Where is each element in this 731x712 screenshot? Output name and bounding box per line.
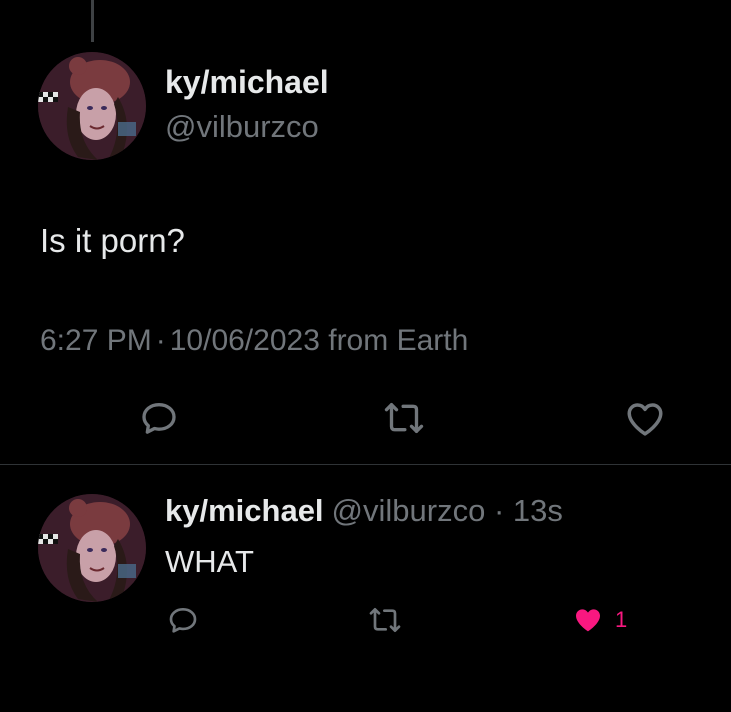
thread-connector-line [91, 0, 94, 42]
tweet-source: from Earth [328, 324, 469, 357]
separator-dot: · [155, 324, 166, 357]
reply-icon [142, 403, 176, 434]
reply-header: ky/michael @vilburzco · 13s [165, 493, 563, 529]
tweet-text: Is it porn? [40, 222, 185, 259]
reply-button[interactable] [138, 398, 180, 438]
username-handle[interactable]: @vilburzco [332, 493, 486, 528]
reply-button[interactable] [166, 604, 200, 636]
tweet-date[interactable]: 10/06/2023 [170, 324, 320, 357]
heart-icon [627, 403, 663, 436]
like-count: 1 [615, 607, 628, 632]
tweet-time[interactable]: 6:27 PM [40, 324, 152, 357]
avatar[interactable] [38, 494, 146, 602]
avatar[interactable] [38, 52, 146, 160]
like-button[interactable]: 1 [571, 604, 627, 636]
username-handle[interactable]: @vilburzco [165, 109, 319, 145]
display-name[interactable]: ky/michael [165, 64, 329, 101]
retweet-button[interactable] [367, 604, 403, 636]
retweet-icon [384, 403, 424, 433]
heart-filled-icon [576, 609, 600, 632]
separator-dot: · [485, 493, 513, 528]
like-button[interactable] [623, 398, 667, 440]
reply-time[interactable]: 13s [513, 493, 563, 528]
retweet-icon [369, 608, 401, 632]
tweet-timestamp: 6:27 PM · 10/06/2023 from Earth [40, 324, 468, 358]
display-name[interactable]: ky/michael [165, 493, 324, 528]
avatar-image [38, 52, 146, 160]
reply-icon [169, 608, 197, 633]
retweet-button[interactable] [381, 398, 427, 438]
reply-text: WHAT [165, 544, 254, 579]
avatar-image [38, 494, 146, 602]
divider [0, 464, 731, 465]
